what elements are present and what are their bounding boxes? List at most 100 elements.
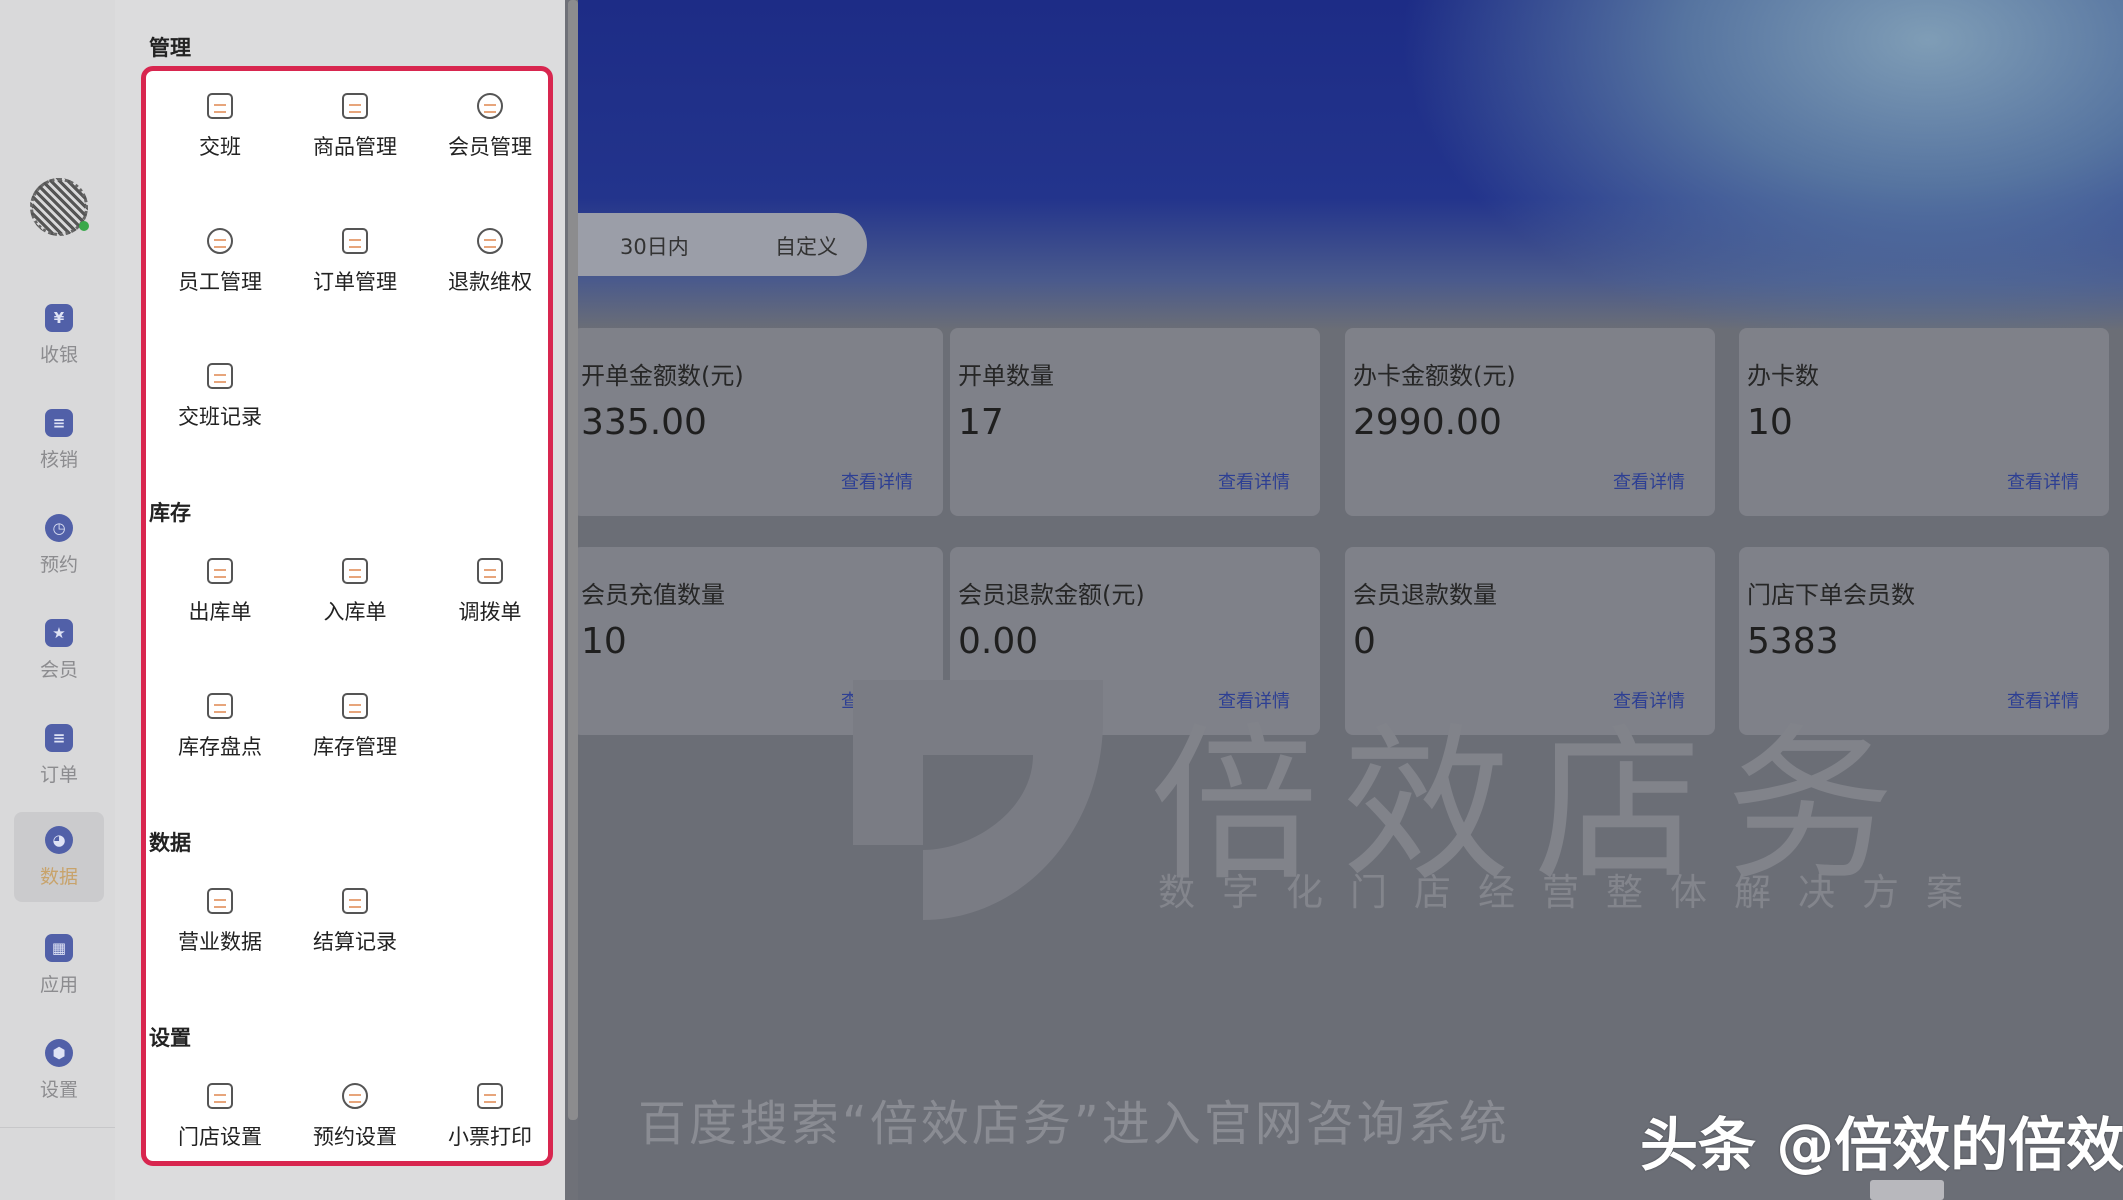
product-bag-icon — [342, 93, 368, 119]
stat-title: 会员充值数量 — [581, 581, 725, 609]
stat-title: 办卡数 — [1747, 362, 1819, 390]
section-title-inventory: 库存 — [149, 501, 191, 525]
menu-item-members[interactable]: 会员管理 — [425, 71, 555, 171]
refund-icon — [477, 228, 503, 254]
inbound-box-icon — [342, 558, 368, 584]
rail-item-data[interactable]: ◕ 数据 — [14, 812, 104, 902]
menu-item-transfer[interactable]: 调拨单 — [425, 536, 555, 636]
rail-item-order[interactable]: ≡ 订单 — [14, 710, 104, 800]
menu-item-label: 调拨单 — [458, 600, 522, 624]
monitor-chart-icon — [207, 888, 233, 914]
menu-item-label: 结算记录 — [313, 930, 397, 954]
stat-title: 开单数量 — [958, 362, 1054, 390]
corner-badge — [1870, 1180, 1944, 1200]
stat-value: 0.00 — [958, 621, 1039, 662]
menu-highlight-box: 交班 商品管理 会员管理 员工管理 订单管理 退款维权 交班记录 出库单 入库单… — [141, 66, 553, 1166]
stat-title: 门店下单会员数 — [1747, 581, 1915, 609]
view-details-link[interactable]: 查看详情 — [1613, 468, 1685, 494]
app-rail: ¥ 收银 ≡ 核销 ◷ 预约 ★ 会员 ≡ 订单 ◕ 数据 ▦ 应用 ⬢ 设置 — [0, 0, 115, 1200]
stat-value: 2990.00 — [1353, 402, 1502, 443]
menu-item-orders[interactable]: 订单管理 — [290, 206, 420, 306]
stat-title: 会员退款数量 — [1353, 581, 1497, 609]
menu-item-shift-records[interactable]: 交班记录 — [155, 341, 285, 441]
stat-value: 5383 — [1747, 621, 1839, 662]
menu-item-inventory[interactable]: 库存管理 — [290, 671, 420, 771]
view-details-link[interactable]: 查看详情 — [841, 468, 913, 494]
menu-item-label: 会员管理 — [448, 135, 532, 159]
menu-item-receipt-print[interactable]: 小票打印 — [425, 1061, 555, 1161]
menu-item-settlements[interactable]: 结算记录 — [290, 866, 420, 966]
stat-title: 开单金额数(元) — [581, 362, 744, 390]
rail-item-label: 核销 — [39, 449, 78, 471]
rail-item-label: 预约 — [39, 554, 78, 576]
menu-item-store-settings[interactable]: 门店设置 — [155, 1061, 285, 1161]
view-details-link[interactable]: 查看详情 — [1218, 468, 1290, 494]
rail-item-label: 应用 — [39, 974, 78, 996]
menu-item-stocktake[interactable]: 库存盘点 — [155, 671, 285, 771]
verify-icon: ≡ — [45, 409, 73, 437]
panel-scrollbar[interactable] — [568, 0, 578, 1120]
person-icon — [207, 228, 233, 254]
menu-item-label: 小票打印 — [448, 1125, 532, 1149]
author-credit: 头条 @倍效的倍效 — [1640, 1111, 2123, 1179]
rail-item-member[interactable]: ★ 会员 — [14, 605, 104, 695]
menu-item-label: 订单管理 — [313, 270, 397, 294]
dashboard-main: 30日内 自定义 开单金额数(元) 335.00 查看详情 开单数量 17 查看… — [578, 0, 2123, 1200]
menu-item-booking-settings[interactable]: 预约设置 — [290, 1061, 420, 1161]
menu-item-inbound[interactable]: 入库单 — [290, 536, 420, 636]
rail-item-label: 会员 — [39, 659, 78, 681]
menu-item-label: 入库单 — [323, 600, 387, 624]
stat-value: 335.00 — [581, 402, 707, 443]
menu-item-refunds[interactable]: 退款维权 — [425, 206, 555, 306]
menu-item-label: 交班记录 — [178, 405, 262, 429]
rail-item-apps[interactable]: ▦ 应用 — [14, 920, 104, 1010]
menu-item-label: 库存管理 — [313, 735, 397, 759]
menu-item-label: 员工管理 — [178, 270, 262, 294]
printer-icon — [477, 1083, 503, 1109]
store-qr-avatar[interactable] — [30, 178, 89, 236]
order-search-icon — [342, 228, 368, 254]
menu-item-staff[interactable]: 员工管理 — [155, 206, 285, 306]
rail-item-label: 收银 — [39, 344, 78, 366]
menu-item-products[interactable]: 商品管理 — [290, 71, 420, 171]
menu-item-label: 交班 — [199, 135, 241, 159]
record-search-icon — [207, 363, 233, 389]
menu-item-label: 退款维权 — [448, 270, 532, 294]
stat-card: 开单金额数(元) 335.00 查看详情 — [578, 328, 943, 516]
menu-item-label: 预约设置 — [313, 1125, 397, 1149]
view-details-link[interactable]: 查看详情 — [2007, 687, 2079, 713]
rail-item-verify[interactable]: ≡ 核销 — [14, 395, 104, 485]
stat-card: 办卡金额数(元) 2990.00 查看详情 — [1345, 328, 1715, 516]
handover-icon — [207, 93, 233, 119]
menu-item-label: 门店设置 — [178, 1125, 262, 1149]
menu-item-outbound[interactable]: 出库单 — [155, 536, 285, 636]
menu-item-label: 库存盘点 — [178, 735, 262, 759]
watermark-search-hint: 百度搜索“倍效店务”进入官网咨询系统 — [638, 1096, 1510, 1152]
order-icon: ≡ — [45, 724, 73, 752]
rail-item-booking[interactable]: ◷ 预约 — [14, 500, 104, 590]
menu-item-business-data[interactable]: 营业数据 — [155, 866, 285, 966]
view-details-link[interactable]: 查看详情 — [2007, 468, 2079, 494]
stat-value: 0 — [1353, 621, 1376, 662]
outbound-box-icon — [207, 558, 233, 584]
date-range-tabs: 30日内 自定义 — [578, 213, 867, 276]
menu-item-label: 商品管理 — [313, 135, 397, 159]
brand-watermark-logo — [853, 680, 1103, 920]
stat-title: 办卡金额数(元) — [1353, 362, 1516, 390]
member-icon: ★ — [45, 619, 73, 647]
tab-custom[interactable]: 自定义 — [775, 231, 838, 261]
store-icon — [207, 1083, 233, 1109]
section-title-settings: 设置 — [149, 1026, 191, 1050]
rail-item-cashier[interactable]: ¥ 收银 — [14, 290, 104, 380]
rail-divider — [0, 1127, 115, 1128]
inventory-icon — [342, 693, 368, 719]
settlement-icon — [342, 888, 368, 914]
tab-30-days[interactable]: 30日内 — [620, 231, 689, 261]
menu-item-shift-handover[interactable]: 交班 — [155, 71, 285, 171]
stat-value: 10 — [1747, 402, 1793, 443]
stat-card: 办卡数 10 查看详情 — [1739, 328, 2109, 516]
stat-title: 会员退款金额(元) — [958, 581, 1145, 609]
rail-item-settings[interactable]: ⬢ 设置 — [14, 1025, 104, 1115]
clock-icon — [342, 1083, 368, 1109]
stocktake-icon — [207, 693, 233, 719]
